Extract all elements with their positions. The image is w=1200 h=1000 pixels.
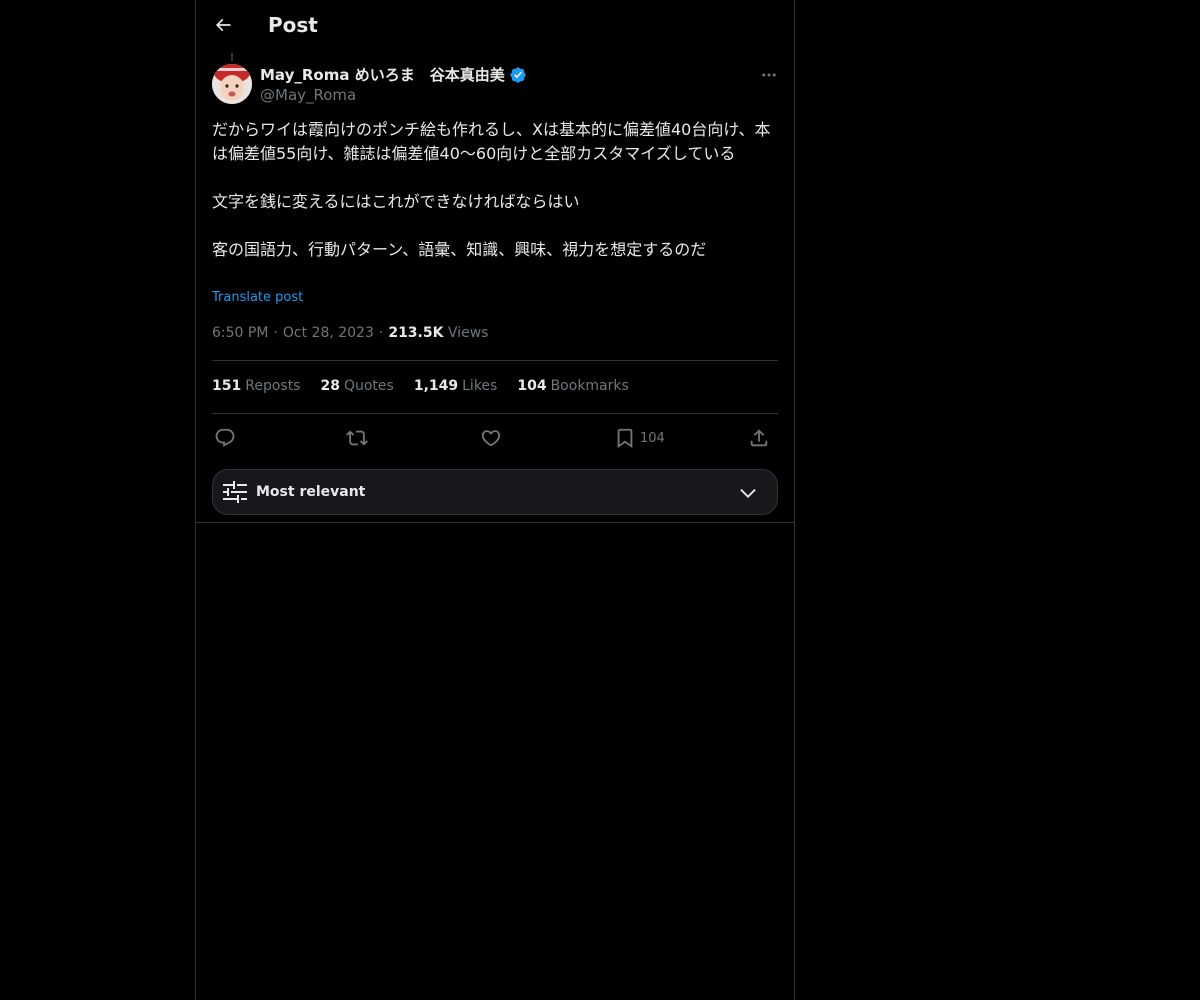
post-stats: 151 Reposts 28 Quotes 1,149 Likes 104 Bookma… xyxy=(212,378,649,394)
post-paragraph: 文字を銭に変えるにはこれができなければならはい xyxy=(212,192,580,211)
repost-button[interactable] xyxy=(346,424,368,452)
post-time[interactable]: 6:50 PM xyxy=(212,325,268,341)
arrow-left-icon xyxy=(215,18,231,32)
author-handle[interactable]: @May_Roma xyxy=(260,86,356,104)
bookmark-count: 104 xyxy=(640,430,665,446)
divider xyxy=(212,360,778,361)
divider xyxy=(212,413,778,414)
quotes-stat[interactable]: 28 Quotes xyxy=(320,378,393,394)
more-options-button[interactable] xyxy=(756,66,782,84)
bookmark-icon xyxy=(617,428,633,449)
replies-sort-dropdown[interactable]: Most relevant xyxy=(212,469,778,515)
share-icon xyxy=(750,429,768,447)
post-header: Post xyxy=(196,0,794,53)
action-bar: 104 xyxy=(212,424,778,452)
reposts-stat[interactable]: 151 Reposts xyxy=(212,378,300,394)
views-count: 213.5K xyxy=(388,325,444,341)
avatar[interactable] xyxy=(212,64,252,104)
heart-icon xyxy=(481,430,501,447)
thread-line xyxy=(231,53,233,61)
translate-post-link[interactable]: Translate post xyxy=(212,290,303,305)
post-paragraph: 客の国語力、行動パターン、語彙、知識、興味、視力を想定するのだ xyxy=(212,240,707,259)
chevron-down-icon xyxy=(740,488,756,498)
page-title: Post xyxy=(268,13,318,37)
reply-button[interactable] xyxy=(214,424,236,452)
sort-label: Most relevant xyxy=(256,484,366,500)
likes-stat[interactable]: 1,149 Likes xyxy=(414,378,498,394)
more-horizontal-icon xyxy=(762,73,776,77)
post-paragraph: だからワイは霞向けのポンチ絵も作れるし、Xは基本的に偏差値40台向け、本は偏差値… xyxy=(212,120,771,163)
post-meta: 6:50 PM · Oct 28, 2023 · 213.5K Views xyxy=(212,325,489,341)
like-button[interactable] xyxy=(480,424,502,452)
author-name[interactable]: May_Roma めいろま 谷本真由美 xyxy=(260,64,527,85)
sliders-icon xyxy=(223,481,247,503)
author-name-text: May_Roma めいろま 谷本真由美 xyxy=(260,66,505,84)
bookmarks-stat[interactable]: 104 Bookmarks xyxy=(517,378,628,394)
reply-icon xyxy=(215,428,235,447)
verified-badge-icon xyxy=(509,66,527,84)
post-text: だからワイは霞向けのポンチ絵も作れるし、Xは基本的に偏差値40台向け、本は偏差値… xyxy=(212,118,782,262)
avatar-image xyxy=(212,64,252,104)
bookmark-button[interactable]: 104 xyxy=(614,424,665,452)
back-button[interactable] xyxy=(210,12,236,38)
section-divider xyxy=(196,522,794,523)
share-button[interactable] xyxy=(748,424,770,452)
post-date[interactable]: Oct 28, 2023 xyxy=(283,325,374,341)
repost-icon xyxy=(346,430,368,446)
views-label: Views xyxy=(447,325,489,341)
main-column: Post May_Roma めいろま 谷本真由美 @May_Roma だからワイ… xyxy=(195,0,795,1000)
